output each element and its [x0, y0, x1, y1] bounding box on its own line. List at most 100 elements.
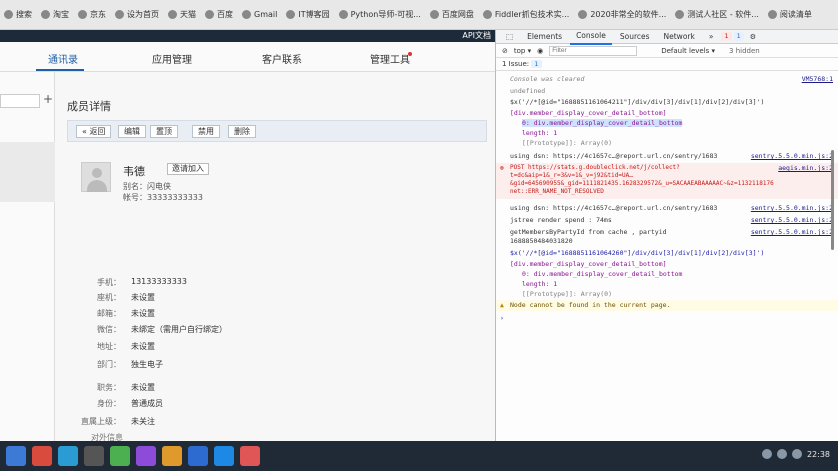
bookmark-item[interactable]: 淘宝: [41, 9, 69, 20]
console-prototype[interactable]: [[Prototype]]: Array(0): [522, 290, 612, 298]
bookmark-item[interactable]: 设为首页: [115, 9, 159, 20]
console-array[interactable]: [div.member_display_cover_detail_bottom]: [510, 260, 667, 268]
field-label: 座机：: [97, 293, 121, 302]
bookmark-item[interactable]: 天猫: [168, 9, 196, 20]
invite-button[interactable]: 邀请加入: [167, 163, 209, 175]
source-link[interactable]: sentry.5.5.0.min.js:2: [751, 204, 833, 212]
app-icon[interactable]: [84, 446, 104, 466]
bookmark-item[interactable]: 测试人社区 - 软件...: [675, 9, 759, 20]
folder-icon[interactable]: [162, 446, 182, 466]
chrome-icon[interactable]: [110, 446, 130, 466]
bookmark-item[interactable]: Python导师-可视...: [338, 9, 421, 20]
jd-icon: [78, 10, 87, 19]
source-link[interactable]: sentry.5.5.0.min.js:2: [751, 216, 833, 224]
field-value: 未绑定（需用户自行绑定）: [131, 325, 227, 334]
add-icon[interactable]: +: [43, 92, 53, 106]
bookmark-label: 测试人社区 - 软件...: [687, 10, 759, 19]
console-prompt[interactable]: ›: [500, 314, 504, 322]
levels-dropdown[interactable]: Default levels ▾: [661, 47, 715, 55]
nav-tab-apps[interactable]: 应用管理: [152, 51, 192, 66]
eye-icon[interactable]: ◉: [537, 47, 543, 55]
input-method-icon[interactable]: [791, 449, 802, 459]
app-icon[interactable]: [240, 446, 260, 466]
console-command: $x('//*[@id="1688851161064211"]/div/div[…: [510, 98, 765, 106]
bookmark-item[interactable]: 京东: [78, 9, 106, 20]
clear-console-icon[interactable]: ⊘: [502, 47, 508, 55]
edit-button[interactable]: 编辑: [118, 125, 146, 138]
source-link[interactable]: aegis.min.js:2: [778, 164, 833, 172]
bookmark-item[interactable]: 搜索: [4, 9, 32, 20]
console-warning-msg: Node cannot be found in the current page…: [510, 301, 671, 309]
tmall-icon: [168, 10, 177, 19]
home-icon: [115, 10, 124, 19]
bookmark-item[interactable]: 2020非常全的软件...: [578, 9, 666, 20]
bookmarks-bar: 搜索 淘宝 京东 设为首页 天猫 百度 Gmail IT博客园 Python导师-可视... 百度…: [0, 0, 838, 30]
ie-icon[interactable]: [58, 446, 78, 466]
tab-network[interactable]: Network: [658, 30, 701, 44]
source-link[interactable]: sentry.5.5.0.min.js:2: [751, 228, 833, 236]
delete-button[interactable]: 删除: [228, 125, 256, 138]
bookmark-item[interactable]: 阅读清单: [767, 9, 812, 20]
more-tabs-icon[interactable]: »: [703, 30, 720, 44]
devtools-tabs: ⬚ Elements Console Sources Network » 1 1…: [496, 29, 838, 45]
console-prototype[interactable]: [[Prototype]]: Array(0): [522, 139, 612, 147]
filter-input[interactable]: [549, 45, 638, 56]
back-button[interactable]: « 返回: [76, 125, 112, 138]
app-icon[interactable]: [188, 446, 208, 466]
bookmark-item[interactable]: 百度网盘: [429, 9, 474, 20]
bookmark-item[interactable]: Gmail: [242, 10, 277, 19]
pin-button[interactable]: 置顶: [150, 125, 178, 138]
software-icon: [578, 10, 588, 19]
sidebar-search-input[interactable]: [0, 94, 40, 108]
issues-bar[interactable]: 1 Issue: 1: [496, 58, 838, 71]
app-icon[interactable]: [214, 446, 234, 466]
nav-tab-tools[interactable]: 管理工具: [370, 51, 410, 66]
console-array-item[interactable]: 0: div.member_display_cover_detail_botto…: [522, 270, 682, 278]
clock[interactable]: 22:38: [807, 450, 830, 459]
bookmark-item[interactable]: 百度: [205, 9, 233, 20]
account-label: 帐号：: [123, 193, 147, 202]
console-array[interactable]: [div.member_display_cover_detail_bottom]: [510, 109, 667, 117]
tab-sources[interactable]: Sources: [614, 30, 656, 44]
devtools-panel: ⬚ Elements Console Sources Network » 1 1…: [495, 30, 838, 441]
source-link[interactable]: VM5768:1: [802, 75, 833, 83]
reading-list-icon: [767, 10, 777, 19]
bookmark-label: Gmail: [254, 10, 278, 19]
bookmark-item[interactable]: IT博客园: [286, 9, 330, 20]
devtools-scrollbar[interactable]: [831, 150, 834, 250]
volume-icon[interactable]: [776, 449, 787, 459]
field-value: 未设置: [131, 342, 155, 351]
search-icon: [4, 10, 13, 19]
console-output[interactable]: Console was cleared VM5768:1 undefined $…: [496, 73, 838, 441]
source-link[interactable]: sentry.5.5.0.min.js:2: [751, 152, 833, 160]
console-log: using dsn: https://4c1657c…@report.url.c…: [510, 204, 718, 212]
error-count-badge[interactable]: 1: [721, 32, 732, 41]
inspect-icon[interactable]: ⬚: [500, 30, 519, 44]
app-icon[interactable]: [32, 446, 52, 466]
field-value: 独生电子: [131, 360, 163, 369]
active-tab-underline: [36, 69, 84, 71]
sidebar-list[interactable]: [0, 142, 55, 202]
alias-value: 闪电侠: [147, 182, 171, 191]
tab-elements[interactable]: Elements: [521, 30, 568, 44]
info-count-badge[interactable]: 1: [733, 32, 744, 41]
app-icon[interactable]: [136, 446, 156, 466]
tab-console[interactable]: Console: [570, 29, 612, 45]
console-command: $x('//*[@id="1688851161064260"]/div/div[…: [510, 249, 765, 257]
account-value: 33333333333: [147, 193, 203, 202]
start-icon[interactable]: [6, 446, 26, 466]
gear-icon[interactable]: ⚙: [750, 33, 756, 41]
console-array-item[interactable]: 0: div.member_display_cover_detail_botto…: [522, 119, 683, 127]
field-label: 部门：: [97, 360, 121, 369]
disable-button[interactable]: 禁用: [192, 125, 220, 138]
nav-tab-customers[interactable]: 客户联系: [262, 51, 302, 66]
bookmark-item[interactable]: Fiddler抓包技术实...: [482, 9, 569, 20]
api-doc-link[interactable]: API文档: [0, 30, 495, 42]
issues-label: 1 Issue:: [502, 60, 530, 68]
console-array-length: length: 1: [522, 280, 558, 288]
field-label: 身份：: [97, 399, 121, 408]
bookmark-label: 天猫: [180, 10, 196, 19]
nav-tab-contacts[interactable]: 通讯录: [48, 51, 78, 66]
context-selector[interactable]: top ▾: [514, 47, 531, 55]
network-icon[interactable]: [761, 449, 772, 459]
